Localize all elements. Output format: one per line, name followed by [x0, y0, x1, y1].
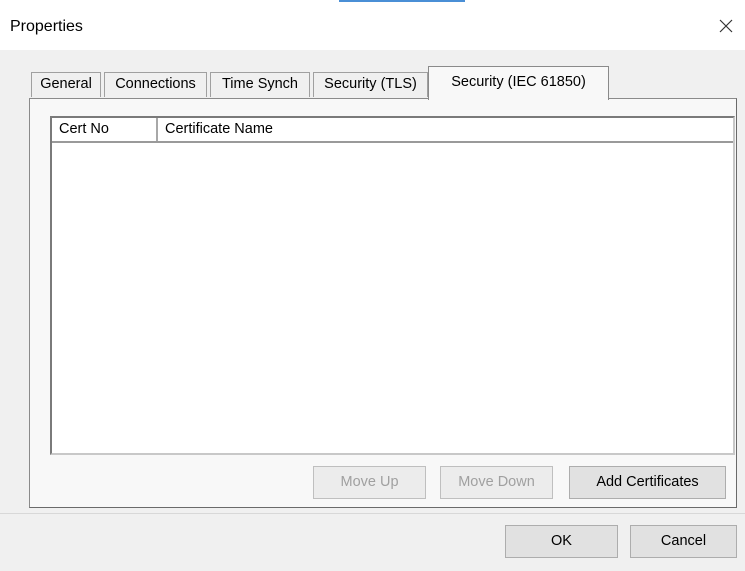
cancel-button[interactable]: Cancel	[630, 525, 737, 558]
move-down-button[interactable]: Move Down	[440, 466, 553, 499]
column-header-cert-no[interactable]: Cert No	[52, 118, 158, 141]
add-certificates-button[interactable]: Add Certificates	[569, 466, 726, 499]
tab-security-iec-61850[interactable]: Security (IEC 61850)	[428, 66, 609, 100]
tab-connections[interactable]: Connections	[104, 72, 207, 97]
properties-dialog: Properties General Connections Time Sync…	[0, 0, 745, 571]
tab-general[interactable]: General	[31, 72, 101, 97]
security-iec-61850-panel: Cert No Certificate Name Move Up Move Do…	[29, 98, 737, 508]
dialog-title: Properties	[10, 18, 83, 35]
tab-time-synch[interactable]: Time Synch	[210, 72, 310, 97]
ok-button[interactable]: OK	[505, 525, 618, 558]
dialog-separator	[0, 513, 745, 514]
certificates-list[interactable]: Cert No Certificate Name	[50, 116, 735, 455]
certificates-list-header: Cert No Certificate Name	[52, 118, 733, 143]
title-bar-accent	[339, 0, 465, 2]
close-button[interactable]	[708, 8, 744, 44]
column-header-certificate-name[interactable]: Certificate Name	[158, 118, 733, 141]
move-up-button[interactable]: Move Up	[313, 466, 426, 499]
close-icon	[719, 19, 733, 33]
tab-security-tls[interactable]: Security (TLS)	[313, 72, 428, 97]
title-bar: Properties	[0, 0, 745, 50]
